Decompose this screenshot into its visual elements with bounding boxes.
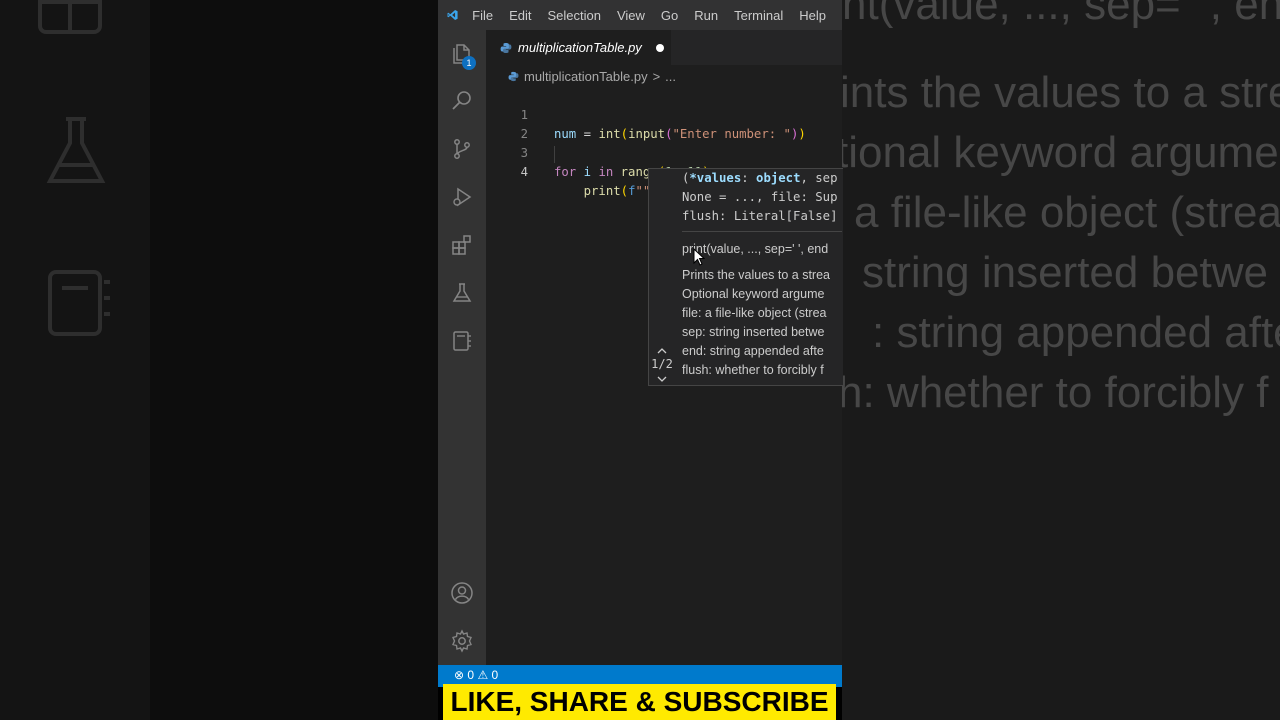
code-line: 2 (486, 106, 530, 141)
doc-line: Prints the values to a strea (682, 268, 830, 282)
indent-guide (554, 146, 555, 163)
code-token: ( (620, 184, 629, 198)
code-line: 3 for i in range(1, 11): (486, 125, 717, 179)
doc-line: file: a file-like object (strea (682, 306, 827, 320)
background-text-line: nt(value, ..., sep=' ', end (842, 0, 1280, 29)
breadcrumb-file[interactable]: multiplicationTable.py (524, 69, 648, 84)
code-token: in (598, 165, 614, 179)
code-token: num (554, 127, 577, 141)
banner-text: LIKE, SHARE & SUBSCRIBE (450, 686, 829, 717)
mouse-pointer-icon (693, 248, 705, 266)
doc-line: Optional keyword argume (682, 287, 825, 301)
code-token: for (554, 165, 577, 179)
vscode-logo-icon (447, 9, 458, 21)
chevron-up-icon[interactable] (656, 347, 668, 355)
python-file-icon (508, 71, 519, 81)
tab-filename: multiplicationTable.py (518, 40, 642, 55)
menu-terminal[interactable]: Terminal (734, 8, 783, 23)
menu-edit[interactable]: Edit (509, 8, 531, 23)
overload-pager: 1/2 (651, 357, 673, 371)
background-notebook-icon (48, 270, 110, 336)
error-icon: ⊗ (454, 668, 465, 682)
warning-icon: ⚠ (477, 668, 489, 682)
background-activity-strip (0, 0, 150, 720)
code-token: "Enter number: " (672, 127, 791, 141)
line-number: 4 (520, 165, 528, 179)
breadcrumb: multiplicationTable.py > ... (508, 67, 676, 85)
menu-file[interactable]: File (472, 8, 493, 23)
hover-divider (682, 231, 842, 232)
sig-colon: : (741, 171, 757, 185)
subscribe-banner: LIKE, SHARE & SUBSCRIBE (443, 684, 836, 720)
background-left-zoomed (0, 0, 438, 720)
code-token: i (583, 165, 592, 179)
doc-line: sep: string inserted betwe (682, 325, 825, 339)
accounts-icon[interactable] (450, 581, 474, 605)
code-line: 1 num = int(input("Enter number: ")) (486, 87, 806, 141)
tab-multiplication-table[interactable]: multiplicationTable.py (486, 30, 671, 65)
background-text-line: h: whether to forcibly f (842, 368, 1269, 417)
active-parameter-type: object (756, 171, 801, 185)
menu-go[interactable]: Go (661, 8, 678, 23)
chevron-down-icon[interactable] (656, 375, 668, 383)
code-token: input (628, 127, 666, 141)
code-token: ( (620, 127, 629, 141)
notebook-icon[interactable] (450, 329, 474, 353)
background-text-line: string inserted betwe (862, 248, 1268, 297)
background-text-line: ints the values to a strea (842, 68, 1280, 117)
error-count: 0 (467, 668, 475, 682)
background-text-line: : string appended afte (872, 308, 1280, 357)
signature-line: (*values: object, sep (682, 171, 838, 185)
unsaved-dot-icon[interactable] (655, 43, 664, 52)
background-text-line: a file-like object (strea (854, 188, 1280, 237)
background-right-zoomed: nt(value, ..., sep=' ', end ints the val… (842, 0, 1280, 720)
active-parameter: *values (689, 171, 742, 185)
python-file-icon (500, 42, 512, 53)
menu-selection[interactable]: Selection (547, 8, 600, 23)
code-token: print (583, 184, 621, 198)
warning-count: 0 (491, 668, 499, 682)
code-token: ) (798, 127, 806, 141)
code-text: print(f"") (554, 182, 658, 201)
extensions-icon[interactable] (450, 233, 474, 257)
activity-bar: 1 (438, 30, 486, 665)
search-icon[interactable] (450, 89, 474, 113)
code-token: ( (665, 127, 673, 141)
settings-gear-icon[interactable] (450, 629, 474, 653)
parameter-hint-popup: (*values: object, sep None = ..., file: … (648, 168, 843, 386)
background-explorer-icon (38, 0, 102, 34)
signature-line: flush: Literal[False] (682, 209, 838, 223)
source-control-icon[interactable] (450, 137, 474, 161)
signature-line: None = ..., file: Sup (682, 190, 838, 204)
menu-run[interactable]: Run (694, 8, 718, 23)
menu-help[interactable]: Help (799, 8, 826, 23)
code-token: int (598, 127, 621, 141)
background-text-line: tional keyword argume (842, 128, 1279, 177)
menu-view[interactable]: View (617, 8, 645, 23)
run-debug-icon[interactable] (450, 185, 474, 209)
sig-rest: , sep (800, 171, 838, 185)
background-flask-icon (46, 117, 106, 183)
editor-tabs: multiplicationTable.py (486, 30, 842, 65)
title-bar: File Edit Selection View Go Run Terminal… (438, 0, 842, 30)
explorer-badge: 1 (462, 56, 476, 70)
problems-indicator[interactable]: ⊗ 0 ⚠ 0 (454, 668, 498, 682)
testing-flask-icon[interactable] (450, 281, 474, 305)
breadcrumb-more[interactable]: ... (665, 69, 676, 84)
code-text: num = int(input("Enter number: ")) (554, 125, 806, 144)
code-line: 4 print(f"") (486, 144, 658, 198)
breadcrumb-separator: > (652, 68, 661, 84)
doc-line: flush: whether to forcibly f (682, 363, 824, 377)
doc-line: end: string appended afte (682, 344, 824, 358)
code-token: = (576, 127, 599, 141)
